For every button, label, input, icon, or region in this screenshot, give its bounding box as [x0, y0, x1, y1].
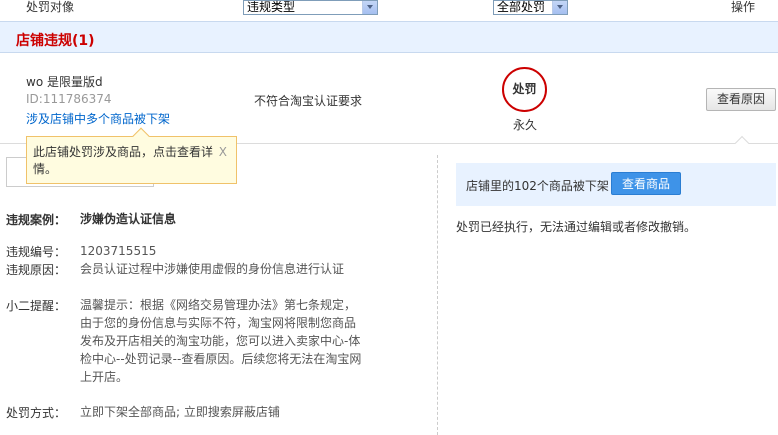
reason-value: 会员认证过程中涉嫌使用虚假的身份信息进行认证 [80, 262, 345, 276]
reason-label: 违规原因： [6, 263, 67, 277]
penalty-badge: 处罚 [502, 67, 547, 112]
violation-reason: 不符合淘宝认证要求 [254, 94, 363, 108]
col-penalty-target: 处罚对像 [26, 0, 75, 14]
violation-type-select[interactable]: 违规类型 [243, 0, 378, 15]
method-label: 处罚方式： [6, 406, 67, 420]
col-action: 操作 [731, 0, 756, 14]
tip-line: 发布及开店相关的淘宝功能，您可以进入卖家中心-体 [80, 334, 361, 348]
tooltip: 此店铺处罚涉及商品，点击查看详情。 X [26, 127, 237, 184]
removed-items-link[interactable]: 涉及店铺中多个商品被下架 [26, 110, 170, 127]
executed-notice: 处罚已经执行，无法通过编辑或者修改撤销。 [456, 220, 697, 234]
number-label: 违规编号： [6, 245, 67, 259]
tip-line: 由于您的身份信息与实际不符，淘宝网将限制您商品 [80, 316, 357, 330]
panel-divider [437, 155, 438, 435]
tip-line: 温馨提示：根据《网络交易管理办法》第七条规定， [80, 298, 357, 312]
table-header: 处罚对像 违规类型 全部处罚 操作 [0, 0, 778, 17]
violation-type-value: 违规类型 [247, 0, 296, 14]
shop-id: ID:111786374 [26, 92, 112, 106]
number-value: 1203715515 [80, 244, 157, 258]
close-icon[interactable]: X [219, 144, 227, 161]
tip-label: 小二提醒： [6, 299, 67, 313]
section-title: 店铺违规(1) [16, 33, 95, 49]
method-value: 立即下架全部商品; 立即搜索屏蔽店铺 [80, 405, 280, 419]
tip-line: 检中心--处罚记录--查看原因。后续您将无法在淘宝网 [80, 352, 362, 366]
case-value: 涉嫌伪造认证信息 [80, 212, 177, 226]
removed-items-bar: 店铺里的102个商品被下架 查看商品 [456, 163, 776, 206]
tooltip-caret [132, 127, 150, 145]
case-label: 违规案例： [6, 213, 67, 227]
shop-name: wo 是限量版d [26, 75, 103, 89]
penalty-filter-select[interactable]: 全部处罚 [493, 0, 568, 15]
panel-caret [734, 135, 750, 151]
penalty-filter-value: 全部处罚 [497, 0, 546, 14]
section-bar: 店铺违规(1) [0, 21, 778, 53]
chevron-down-icon[interactable] [362, 1, 377, 14]
view-reason-button[interactable]: 查看原因 [706, 88, 776, 111]
penalty-duration: 永久 [513, 118, 538, 132]
chevron-down-icon[interactable] [552, 1, 567, 14]
view-goods-button[interactable]: 查看商品 [611, 172, 681, 195]
removed-items-text: 店铺里的102个商品被下架 [466, 179, 609, 193]
tooltip-text: 此店铺处罚涉及商品，点击查看详情。 [33, 145, 214, 176]
tip-line: 上开店。 [80, 370, 129, 384]
